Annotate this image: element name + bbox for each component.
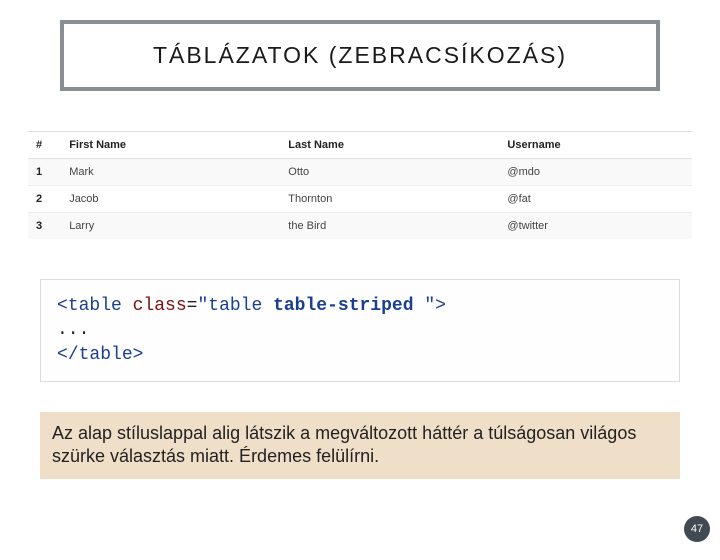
cell-index: 3 bbox=[28, 213, 61, 240]
cell-username: @mdo bbox=[499, 159, 692, 186]
note-box: Az alap stíluslappal alig látszik a megv… bbox=[40, 412, 680, 479]
cell-lastname: Thornton bbox=[280, 186, 499, 213]
code-token: > bbox=[435, 296, 446, 316]
example-table-wrap: # First Name Last Name Username 1 Mark O… bbox=[28, 131, 692, 239]
code-token: " bbox=[424, 296, 435, 316]
page-number-badge: 47 bbox=[684, 516, 710, 542]
example-table: # First Name Last Name Username 1 Mark O… bbox=[28, 131, 692, 239]
code-token: table bbox=[68, 296, 122, 316]
cell-index: 1 bbox=[28, 159, 61, 186]
cell-lastname: Otto bbox=[280, 159, 499, 186]
note-text: Az alap stíluslappal alig látszik a megv… bbox=[52, 423, 636, 466]
code-token: ... bbox=[57, 320, 89, 340]
code-token: table bbox=[79, 345, 133, 365]
table-header-row: # First Name Last Name Username bbox=[28, 132, 692, 159]
page-number: 47 bbox=[691, 523, 703, 535]
cell-username: @fat bbox=[499, 186, 692, 213]
table-row: 2 Jacob Thornton @fat bbox=[28, 186, 692, 213]
code-token: table bbox=[208, 296, 273, 316]
code-token: " bbox=[197, 296, 208, 316]
col-header-index: # bbox=[28, 132, 61, 159]
cell-username: @twitter bbox=[499, 213, 692, 240]
code-line-2: ... bbox=[57, 318, 663, 342]
cell-firstname: Jacob bbox=[61, 186, 280, 213]
code-line-1: <table class="table table-striped "> bbox=[57, 294, 663, 318]
code-token: / bbox=[68, 345, 79, 365]
code-snippet: <table class="table table-striped "> ...… bbox=[40, 279, 680, 382]
code-token-emphasis: table-striped bbox=[273, 296, 413, 316]
code-token: class bbox=[122, 296, 187, 316]
table-row: 1 Mark Otto @mdo bbox=[28, 159, 692, 186]
code-token: < bbox=[57, 345, 68, 365]
table-row: 3 Larry the Bird @twitter bbox=[28, 213, 692, 240]
cell-lastname: the Bird bbox=[280, 213, 499, 240]
cell-firstname: Larry bbox=[61, 213, 280, 240]
slide-title-box: TÁBLÁZATOK (ZEBRACSÍKOZÁS) bbox=[60, 20, 660, 91]
col-header-lastname: Last Name bbox=[280, 132, 499, 159]
code-token: > bbox=[133, 345, 144, 365]
cell-firstname: Mark bbox=[61, 159, 280, 186]
col-header-firstname: First Name bbox=[61, 132, 280, 159]
code-token: = bbox=[187, 296, 198, 316]
col-header-username: Username bbox=[499, 132, 692, 159]
code-token: < bbox=[57, 296, 68, 316]
code-line-3: </table> bbox=[57, 343, 663, 367]
cell-index: 2 bbox=[28, 186, 61, 213]
code-token bbox=[414, 296, 425, 316]
slide-title: TÁBLÁZATOK (ZEBRACSÍKOZÁS) bbox=[153, 42, 567, 68]
